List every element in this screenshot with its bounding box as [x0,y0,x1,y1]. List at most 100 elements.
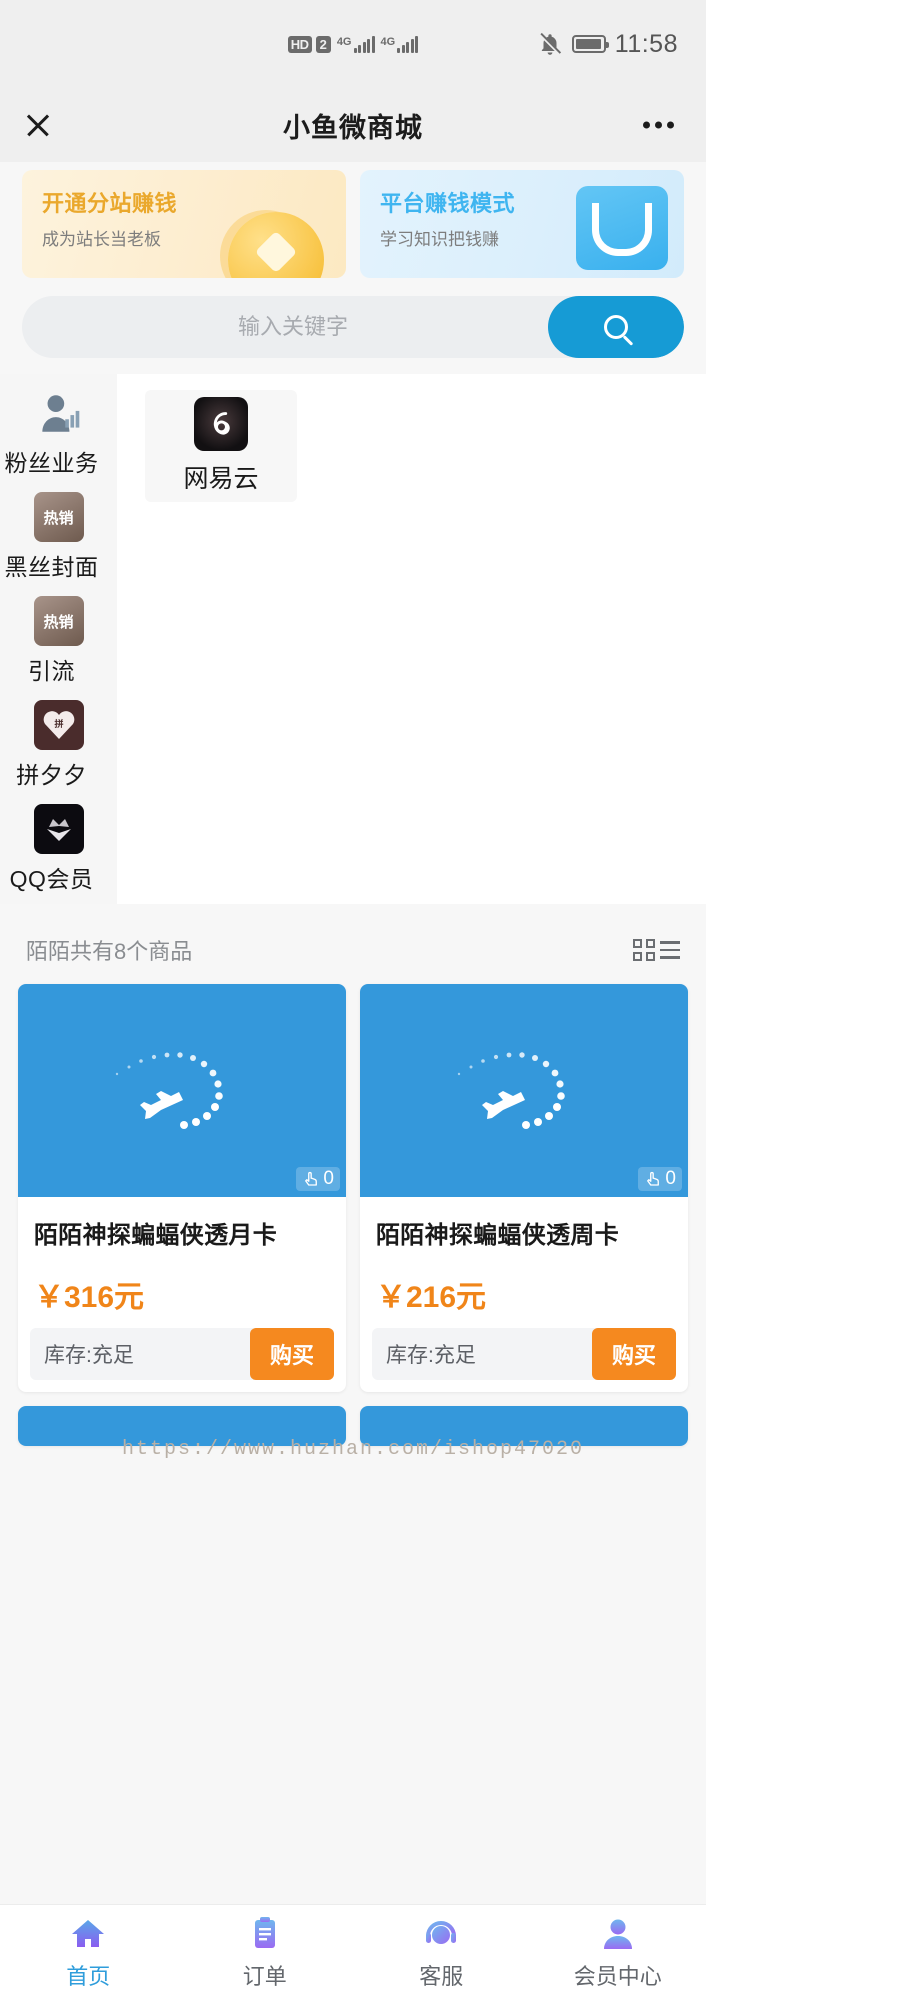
touch-hand-icon [647,1171,660,1186]
product-price: ￥316元 [34,1281,145,1314]
product-title: 陌陌神探蝙蝠侠透周卡 [376,1222,619,1249]
buy-button[interactable]: 购买 [249,1328,334,1380]
sidebar-item-label: QQ会员 [9,866,94,892]
hot-sale-icon: 热销 [33,492,84,542]
search-button[interactable] [548,296,684,358]
sim-badge-icon: 2 [315,35,331,53]
products-header: 陌陌共有8个商品 [0,916,706,984]
category-sidebar[interactable]: 粉丝业务 热销 黑丝封面 热销 引流 拼 拼夕夕 QQ会员 [0,374,117,904]
tab-label: 首页 [66,1964,111,1989]
signal-1: 4G [336,35,375,53]
bottom-tab-bar: 首页 订单 客服 会员中心 [0,1904,706,2000]
tab-label: 订单 [242,1964,287,1989]
grid-toggle-icon [633,939,655,961]
svg-text:拼: 拼 [54,718,63,730]
order-list-icon [254,1917,275,1948]
search-bar [22,296,684,358]
network-type-1: 4G [336,35,352,48]
views-count: 0 [665,1168,676,1189]
product-stock: 库存:充足 [386,1344,476,1367]
phone-viewport: HD 2 4G 4G 11:58 小鱼微商城 开通分站赚钱 成为站长当老板 平台… [0,0,706,2000]
tab-label: 会员中心 [573,1964,662,1989]
banner-platform-model[interactable]: 平台赚钱模式 学习知识把钱赚 [360,170,684,278]
buy-button[interactable]: 购买 [591,1328,676,1380]
product-card-partial[interactable] [18,1406,346,1446]
sidebar-item-pinduoduo[interactable]: 拼 拼夕夕 [0,686,117,790]
banner-open-substation[interactable]: 开通分站赚钱 成为站长当老板 [22,170,346,278]
signal-bars-1-icon [353,35,375,53]
signal-2: 4G [380,35,419,53]
search-icon [604,315,628,339]
app-tile-label: 网易云 [183,465,259,493]
tab-customer-service[interactable]: 客服 [353,1914,530,1991]
product-card-partial[interactable] [360,1406,688,1446]
product-footer: 库存:充足 购买 [372,1328,676,1380]
signal-bars-2-icon [397,35,419,53]
sidebar-item-traffic[interactable]: 热销 引流 [0,582,117,686]
products-grid: 0 陌陌神探蝙蝠侠透月卡 ￥316元 库存:充足 购买 0 陌陌神探蝙蝠侠透周卡… [0,984,706,1446]
network-type-2: 4G [380,35,396,48]
hot-sale-badge-label: 热销 [43,613,74,631]
sidebar-item-fans-business[interactable]: 粉丝业务 [0,374,117,478]
views-badge: 0 [296,1167,340,1191]
member-center-icon [603,1919,632,1949]
sidebar-item-label: 引流 [28,658,75,684]
product-stock: 库存:充足 [44,1344,134,1367]
tab-label: 客服 [419,1964,464,1989]
category-content: 网易云 [117,374,706,904]
app-screen: HD 2 4G 4G 11:58 小鱼微商城 开通分站赚钱 成为站长当老板 平台… [0,0,900,2000]
gold-coin-icon [228,212,324,278]
pinduoduo-icon: 拼 [33,700,84,750]
tab-home[interactable]: 首页 [0,1914,177,1991]
page-title: 小鱼微商城 [283,112,423,143]
bell-muted-icon [538,32,561,55]
page-background [706,0,900,2000]
close-icon[interactable] [24,111,52,139]
shopping-bag-icon [576,186,668,270]
hd-badge-icon: HD [287,35,312,53]
sidebar-item-label: 拼夕夕 [16,762,87,788]
hot-sale-icon: 热销 [33,596,84,646]
product-footer: 库存:充足 购买 [30,1328,334,1380]
app-header: 小鱼微商城 [0,88,706,162]
netease-music-icon [194,397,248,451]
sidebar-item-label: 粉丝业务 [4,450,99,476]
battery-icon [571,35,609,53]
clock-time: 11:58 [614,29,678,58]
search-area [0,296,706,358]
products-summary: 陌陌共有8个商品 [26,939,193,964]
sidebar-item-black-cover[interactable]: 热销 黑丝封面 [0,478,117,582]
category-panel: 粉丝业务 热销 黑丝封面 热销 引流 拼 拼夕夕 QQ会员 网易云 [0,374,706,904]
banner-title: 开通分站赚钱 [42,191,178,216]
customer-service-icon [426,1921,457,1946]
qq-vip-icon [33,804,84,854]
views-badge: 0 [638,1167,682,1191]
app-tile-netease[interactable]: 网易云 [145,390,297,502]
status-bar-right: 11:58 [537,30,678,59]
products-section: 陌陌共有8个商品 0 陌陌神探蝙蝠侠透月卡 ￥316元 库存:充足 购买 0 陌… [0,916,706,2000]
tab-orders[interactable]: 订单 [177,1914,354,1991]
product-title: 陌陌神探蝙蝠侠透月卡 [34,1222,277,1249]
more-options-icon[interactable] [643,121,674,129]
sidebar-item-label: 黑丝封面 [4,554,99,580]
product-image: 0 [18,984,346,1197]
airplane-trail-icon [457,1051,565,1129]
views-count: 0 [323,1168,334,1189]
hot-sale-badge-label: 热销 [43,509,74,527]
home-icon [72,1920,105,1947]
fans-business-icon [34,388,84,438]
grid-list-toggle-icon[interactable] [633,939,680,961]
product-image [18,1406,346,1446]
sidebar-item-qq-vip[interactable]: QQ会员 [0,790,117,894]
list-toggle-icon [660,941,680,959]
promo-banners: 开通分站赚钱 成为站长当老板 平台赚钱模式 学习知识把钱赚 [0,162,706,278]
product-card[interactable]: 0 陌陌神探蝙蝠侠透周卡 ￥216元 库存:充足 购买 [360,984,688,1392]
product-image: 0 [360,984,688,1197]
status-bar: HD 2 4G 4G 11:58 [0,0,706,88]
airplane-trail-icon [115,1051,223,1129]
product-image [360,1406,688,1446]
touch-hand-icon [305,1171,318,1186]
tab-member-center[interactable]: 会员中心 [530,1914,707,1991]
product-card[interactable]: 0 陌陌神探蝙蝠侠透月卡 ￥316元 库存:充足 购买 [18,984,346,1392]
product-price: ￥216元 [376,1281,487,1314]
